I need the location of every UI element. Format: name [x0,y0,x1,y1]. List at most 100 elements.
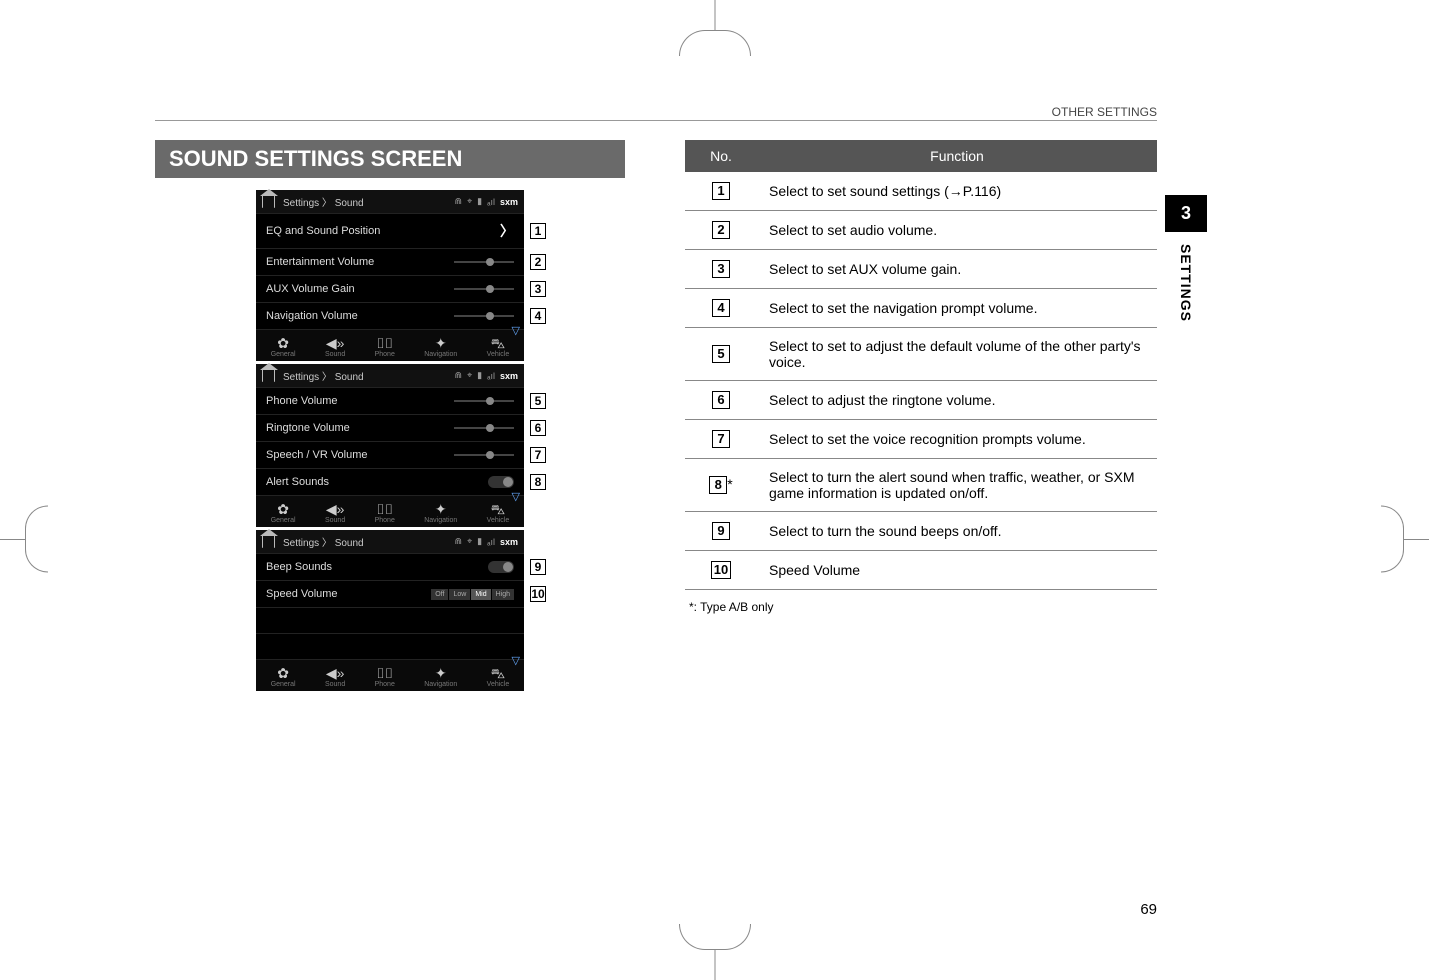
breadcrumb: Settings 〉 Sound [283,194,364,209]
callout-number-box: 1 [712,182,730,200]
screenshot-1: Settings 〉 Sound ⋒ ⌖ ▮ ₐıl sxm EQ and So… [256,190,524,361]
callout-5: 5 [530,393,546,409]
nav-navigation: ✦Navigation [424,666,457,688]
scroll-down-icon: ▽ [512,324,520,337]
car-icon: ⛍ [491,336,505,350]
phone-icon: ⌷⌷ [376,502,393,516]
table-cell-no: 3 [685,250,757,289]
table-header-function: Function [757,140,1157,172]
sxm-badge: sxm [500,197,518,207]
list-item: EQ and Sound Position 〉 1 [256,213,524,248]
callout-6: 6 [530,420,546,436]
list-item: Entertainment Volume 2 [256,248,524,275]
list-item: Navigation Volume 4 [256,302,524,329]
screenshot-3: Settings 〉 Sound ⋒ ⌖ ▮ ₐıl sxm Beep Soun… [256,530,524,691]
table-cell-function: Select to adjust the ringtone volume. [757,381,1157,420]
callout-9: 9 [530,559,546,575]
running-header: OTHER SETTINGS [1052,105,1157,119]
callout-number-box: 2 [712,221,730,239]
list-item: Beep Sounds 9 [256,553,524,580]
callout-number-box: 4 [712,299,730,317]
table-row: 3 Select to set AUX volume gain. [685,250,1157,289]
list-item: AUX Volume Gain 3 [256,275,524,302]
page-number: 69 [1140,901,1157,918]
status-icons: ⋒ ⌖ ▮ ₐıl sxm [455,196,518,207]
nav-vehicle: ⛍Vehicle [487,336,510,358]
home-icon [262,369,275,382]
row-label: Speed Volume [266,588,338,600]
row-label: EQ and Sound Position [266,225,380,237]
battery-icon: ▮ [477,536,482,547]
callout-2: 2 [530,254,546,270]
nav-general: ✿General [271,666,296,688]
table-cell-function: Select to turn the alert sound when traf… [757,459,1157,512]
table-cell-no: 4 [685,289,757,328]
table-row: 9 Select to turn the sound beeps on/off. [685,512,1157,551]
nav-general: ✿General [271,336,296,358]
list-item: Phone Volume 5 [256,387,524,414]
table-row: 10Speed Volume [685,551,1157,590]
callout-number-box: 5 [712,345,730,363]
sxm-badge: sxm [500,537,518,547]
table-cell-function: Select to set to adjust the default volu… [757,328,1157,381]
sxm-badge: sxm [500,371,518,381]
bluetooth-icon: ⌖ [467,536,472,547]
phone-icon: ⌷⌷ [376,666,393,680]
bottom-nav: ✿General ◀»Sound ⌷⌷Phone ✦Navigation ⛍Ve… [256,495,524,527]
table-cell-function: Select to set AUX volume gain. [757,250,1157,289]
speaker-icon: ◀» [326,502,345,516]
table-cell-no: 5 [685,328,757,381]
list-item-empty [256,633,524,659]
slider-icon [454,400,514,402]
table-row: 5 Select to set to adjust the default vol… [685,328,1157,381]
screenshot-2: Settings 〉 Sound ⋒ ⌖ ▮ ₐıl sxm Phone Vol… [256,364,524,527]
section-title: SOUND SETTINGS SCREEN [155,140,625,178]
callout-1: 1 [530,223,546,239]
row-label: AUX Volume Gain [266,283,355,295]
callout-number-box: 3 [712,260,730,278]
row-label: Speech / VR Volume [266,449,368,461]
nav-phone: ⌷⌷Phone [375,336,395,358]
row-label: Alert Sounds [266,476,329,488]
slider-icon [454,288,514,290]
nav-navigation: ✦Navigation [424,336,457,358]
speaker-icon: ◀» [326,336,345,350]
signal-icon: ₐıl [487,197,495,207]
slider-icon [454,315,514,317]
list-item: Ringtone Volume 6 [256,414,524,441]
nav-navigation: ✦Navigation [424,502,457,524]
table-cell-no: 7 [685,420,757,459]
table-row: 6Select to adjust the ringtone volume. [685,381,1157,420]
table-row: 1 Select to set sound settings (→P.116) [685,172,1157,211]
row-label: Entertainment Volume [266,256,374,268]
footnote: *: Type A/B only [685,600,1157,614]
row-label: Ringtone Volume [266,422,350,434]
bluetooth-icon: ⌖ [467,196,472,207]
callout-3: 3 [530,281,546,297]
list-item: Speech / VR Volume 7 [256,441,524,468]
table-cell-function: Select to set sound settings (→P.116) [757,172,1157,211]
chevron-right-icon: 〉 [500,221,514,241]
function-table: No. Function 1Select to set sound settin… [685,140,1157,590]
status-icons: ⋒ ⌖ ▮ ₐıl sxm [455,370,518,381]
bottom-nav: ✿General ◀»Sound ⌷⌷Phone ✦Navigation ⛍Ve… [256,659,524,691]
callout-number-box: 7 [712,430,730,448]
bluetooth-icon: ⌖ [467,370,472,381]
table-cell-no: 2 [685,211,757,250]
nav-general: ✿General [271,502,296,524]
table-cell-function: Select to turn the sound beeps on/off. [757,512,1157,551]
callout-4: 4 [530,308,546,324]
list-item: Alert Sounds 8 [256,468,524,495]
table-row: 8*Select to turn the alert sound when tr… [685,459,1157,512]
speaker-icon: ◀» [326,666,345,680]
gear-icon: ✿ [277,502,289,516]
header-rule [155,120,1157,121]
nav-phone: ⌷⌷Phone [375,502,395,524]
table-cell-no: 8* [685,459,757,512]
slider-icon [454,427,514,429]
callout-8: 8 [530,474,546,490]
nav-icon: ✦ [435,502,447,516]
callout-number-box: 9 [712,522,730,540]
car-icon: ⛍ [491,666,505,680]
home-icon [262,195,275,208]
